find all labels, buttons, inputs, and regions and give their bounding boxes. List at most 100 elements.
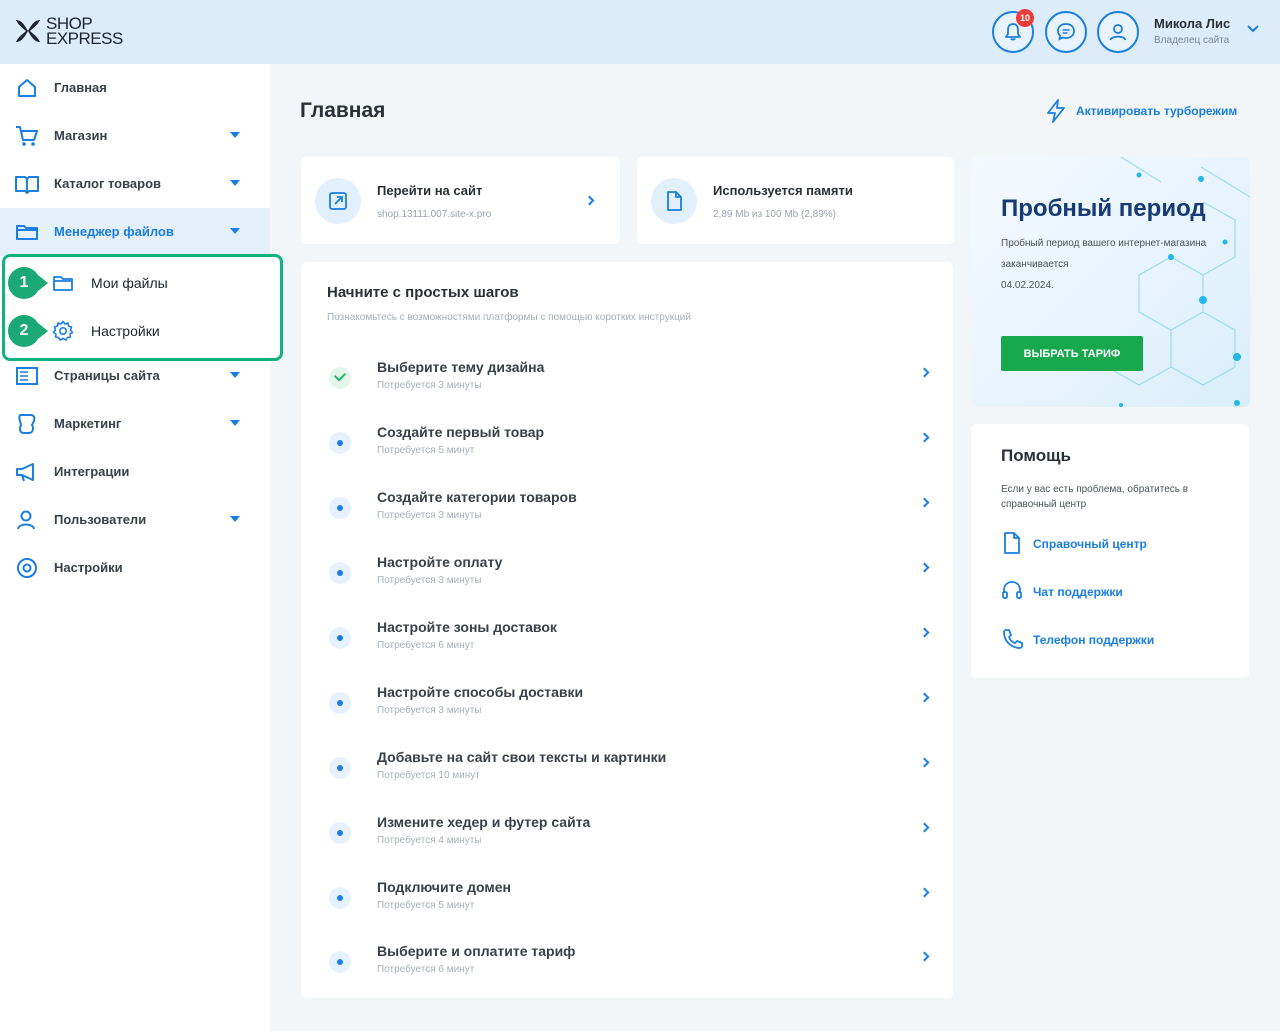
step-time: Потребуется 4 минуты — [377, 835, 482, 846]
submenu-item-my-files[interactable]: 1 Мои файлы — [5, 260, 280, 306]
step-time: Потребуется 3 минуты — [377, 705, 482, 716]
document-icon — [651, 178, 697, 224]
help-description: Если у вас есть проблема, обратитесь в с… — [1001, 484, 1189, 510]
phone-icon — [1003, 629, 1023, 649]
chevron-right-icon — [919, 757, 930, 768]
sidebar-item-marketing[interactable]: Маркетинг — [0, 400, 270, 448]
sidebar-item-integrations[interactable]: Интеграции — [0, 448, 270, 496]
step-time: Потребуется 3 минуты — [377, 510, 482, 521]
user-icon — [1109, 24, 1127, 41]
support-chat-link[interactable]: Чат поддержки — [1001, 579, 1221, 605]
caret-down-icon — [230, 132, 240, 138]
caret-down-icon — [230, 180, 240, 186]
check-icon — [329, 367, 351, 389]
help-center-link[interactable]: Справочный центр — [1001, 531, 1221, 557]
step-item[interactable]: Создайте первый товар Потребуется 5 мину… — [301, 424, 953, 489]
megaphone-icon — [16, 463, 34, 482]
messages-button[interactable] — [1045, 11, 1087, 53]
step-title: Создайте первый товар — [377, 424, 545, 440]
step-item[interactable]: Измените хедер и футер сайта Потребуется… — [301, 814, 953, 879]
step-item[interactable]: Создайте категории товаров Потребуется 3… — [301, 489, 953, 554]
chevron-right-icon — [919, 367, 930, 378]
trial-end-date: 04.02.2024. — [1001, 280, 1054, 291]
step-title: Настройте зоны доставок — [377, 619, 557, 635]
step-title: Измените хедер и футер сайта — [377, 814, 591, 830]
top-header: SHOP EXPRESS 10 Микола Лис Владелец сайт… — [0, 0, 1280, 64]
book-icon — [15, 176, 39, 194]
memory-usage-card: Используется памяти 2,89 Mb из 100 Mb (2… — [637, 157, 954, 244]
chevron-right-icon — [584, 195, 595, 206]
sidebar-item-shop[interactable]: Магазин — [0, 112, 270, 160]
dot-icon — [329, 692, 351, 714]
notifications-button[interactable]: 10 — [992, 9, 1034, 53]
dot-icon — [329, 627, 351, 649]
folder-icon — [53, 276, 73, 291]
trial-description: Пробный период вашего интернет-магазина … — [1001, 233, 1221, 296]
chevron-right-icon — [919, 951, 930, 962]
step-item[interactable]: Добавьте на сайт свои тексты и картинки … — [301, 749, 953, 814]
help-card: Помощь Если у вас есть проблема, обратит… — [971, 424, 1249, 678]
submenu-item-settings[interactable]: 2 Настройки — [5, 308, 280, 354]
chevron-right-icon — [919, 562, 930, 573]
step-title: Подключите домен — [377, 879, 511, 895]
step-item[interactable]: Настройте оплату Потребуется 3 минуты — [301, 554, 953, 619]
user-name: Микола Лис — [1154, 16, 1231, 31]
chevron-down-icon[interactable] — [1246, 24, 1260, 34]
caret-down-icon — [230, 372, 240, 378]
turbo-mode-link[interactable]: Активировать турборежим — [1044, 98, 1237, 124]
dot-icon — [329, 951, 351, 973]
step-time: Потребуется 5 минут — [377, 445, 475, 456]
step-time: Потребуется 6 минут — [377, 964, 475, 975]
site-address: shop.13111.007.site-x.pro — [377, 209, 492, 220]
sidebar-item-label: Каталог товаров — [54, 176, 162, 191]
dot-icon — [329, 497, 351, 519]
choose-plan-button[interactable]: ВЫБРАТЬ ТАРИФ — [1001, 336, 1143, 371]
sidebar-item-file-manager[interactable]: Менеджер файлов — [0, 208, 270, 256]
sidebar-item-label: Настройки — [54, 560, 123, 575]
sidebar-item-users[interactable]: Пользователи — [0, 496, 270, 544]
profile-button[interactable] — [1097, 11, 1139, 53]
dot-icon — [329, 757, 351, 779]
sidebar-item-settings[interactable]: Настройки — [0, 544, 270, 592]
dot-icon — [329, 822, 351, 844]
lightning-icon — [1047, 99, 1065, 123]
trial-title: Пробный период — [1001, 195, 1206, 222]
step-time: Потребуется 3 минуты — [377, 575, 482, 586]
gear-icon — [17, 558, 37, 578]
step-item[interactable]: Выберите и оплатите тариф Потребуется 6 … — [301, 943, 953, 1008]
user-icon — [17, 510, 35, 530]
memory-usage-value: 2,89 Mb из 100 Mb (2,89%) — [713, 209, 837, 220]
dot-icon — [329, 562, 351, 584]
step-item[interactable]: Настройте способы доставки Потребуется 3… — [301, 684, 953, 749]
logo-text-line2: EXPRESS — [46, 29, 123, 48]
user-info[interactable]: Микола Лис Владелец сайта — [1154, 16, 1230, 46]
shop-express-logo-icon — [12, 14, 44, 48]
step-item[interactable]: Настройте зоны доставок Потребуется 6 ми… — [301, 619, 953, 684]
sidebar-item-home[interactable]: Главная — [0, 64, 270, 112]
chevron-right-icon — [919, 627, 930, 638]
memory-usage-title: Используется памяти — [713, 183, 853, 198]
step-number-badge: 1 — [8, 267, 48, 299]
step-title: Создайте категории товаров — [377, 489, 577, 505]
dot-icon — [329, 432, 351, 454]
support-phone-link[interactable]: Телефон поддержки — [1001, 627, 1221, 653]
step-item[interactable]: Выберите тему дизайна Потребуется 3 мину… — [301, 359, 953, 424]
go-to-site-card[interactable]: Перейти на сайт shop.13111.007.site-x.pr… — [301, 157, 620, 244]
step-item[interactable]: Подключите домен Потребуется 5 минут — [301, 879, 953, 944]
sidebar-item-label: Маркетинг — [54, 416, 122, 431]
turbo-mode-label: Активировать турборежим — [1076, 104, 1238, 118]
cart-icon — [16, 126, 38, 146]
chevron-right-icon — [919, 822, 930, 833]
pages-icon — [16, 367, 38, 385]
help-title: Помощь — [1001, 446, 1071, 465]
folder-icon — [16, 225, 38, 240]
help-link-label: Чат поддержки — [1033, 585, 1123, 599]
sidebar-item-catalog[interactable]: Каталог товаров — [0, 160, 270, 208]
chevron-right-icon — [919, 497, 930, 508]
home-icon — [18, 79, 36, 97]
logo[interactable]: SHOP EXPRESS — [12, 14, 123, 48]
sidebar-item-label: Главная — [54, 80, 107, 95]
step-title: Настройте способы доставки — [377, 684, 584, 700]
step-number-badge: 2 — [8, 315, 48, 347]
user-role: Владелец сайта — [1154, 35, 1230, 46]
